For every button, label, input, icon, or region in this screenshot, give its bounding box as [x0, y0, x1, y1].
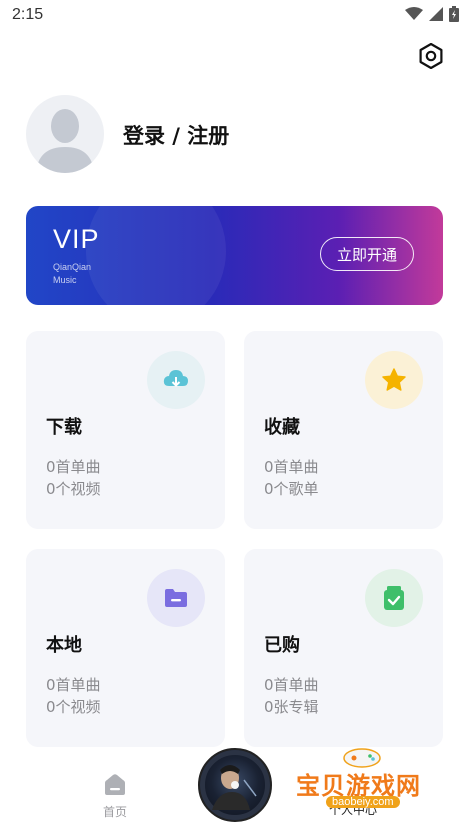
vip-subtitle-line1: QianQian — [53, 262, 92, 272]
folder-icon — [147, 569, 205, 627]
watermark-url: baobeiy.com — [326, 796, 400, 808]
vip-subtitle-line2: Music — [53, 275, 77, 285]
cloud-download-icon — [147, 351, 205, 409]
tab-home-label: 首页 — [102, 805, 127, 819]
vip-activate-button[interactable]: 立即开通 — [320, 237, 414, 271]
watermark-logo: 宝贝游戏网 baobeiy.com — [290, 748, 440, 818]
now-playing-disc[interactable] — [198, 748, 272, 822]
wifi-icon — [405, 7, 423, 20]
status-bar: 2:15 — [0, 0, 469, 32]
vip-subtitle: QianQian Music — [53, 261, 91, 287]
tab-home[interactable]: 首页 — [96, 773, 134, 820]
avatar[interactable] — [26, 95, 104, 173]
battery-icon — [449, 6, 459, 22]
card-stat-songs: 0首单曲 — [264, 676, 319, 694]
card-purchased[interactable]: 已购 0首单曲 0张专辑 — [244, 549, 443, 747]
card-title: 收藏 — [264, 417, 300, 438]
vip-title: VIP — [53, 224, 100, 254]
star-icon — [365, 351, 423, 409]
card-stat-songs: 0首单曲 — [264, 458, 319, 476]
status-time: 2:15 — [12, 6, 44, 23]
card-stat-albums: 0张专辑 — [264, 698, 319, 716]
card-stat-songs: 0首单曲 — [46, 676, 101, 694]
vip-decoration — [86, 206, 226, 305]
disc-center — [231, 781, 239, 789]
card-local[interactable]: 本地 0首单曲 0个视频 — [26, 549, 225, 747]
default-avatar-icon — [36, 109, 94, 173]
card-download[interactable]: 下载 0首单曲 0个视频 — [26, 331, 225, 529]
status-icons — [405, 6, 459, 22]
card-stat-videos: 0个视频 — [46, 698, 101, 716]
card-stat-videos: 0个视频 — [46, 480, 101, 498]
vip-banner[interactable]: VIP QianQian Music 立即开通 — [26, 206, 443, 305]
settings-button[interactable] — [416, 41, 446, 71]
card-stat-songs: 0首单曲 — [46, 458, 101, 476]
card-title: 下载 — [46, 417, 82, 438]
login-register-link[interactable]: 登录 / 注册 — [123, 120, 229, 150]
settings-icon — [419, 43, 443, 69]
card-title: 本地 — [46, 635, 82, 656]
card-title: 已购 — [264, 635, 300, 656]
home-icon — [105, 774, 125, 795]
card-favorites[interactable]: 收藏 0首单曲 0个歌单 — [244, 331, 443, 529]
gamepad-icon — [343, 748, 381, 768]
bag-check-icon — [365, 569, 423, 627]
signal-icon — [429, 7, 443, 21]
card-stat-playlists: 0个歌单 — [264, 480, 319, 498]
